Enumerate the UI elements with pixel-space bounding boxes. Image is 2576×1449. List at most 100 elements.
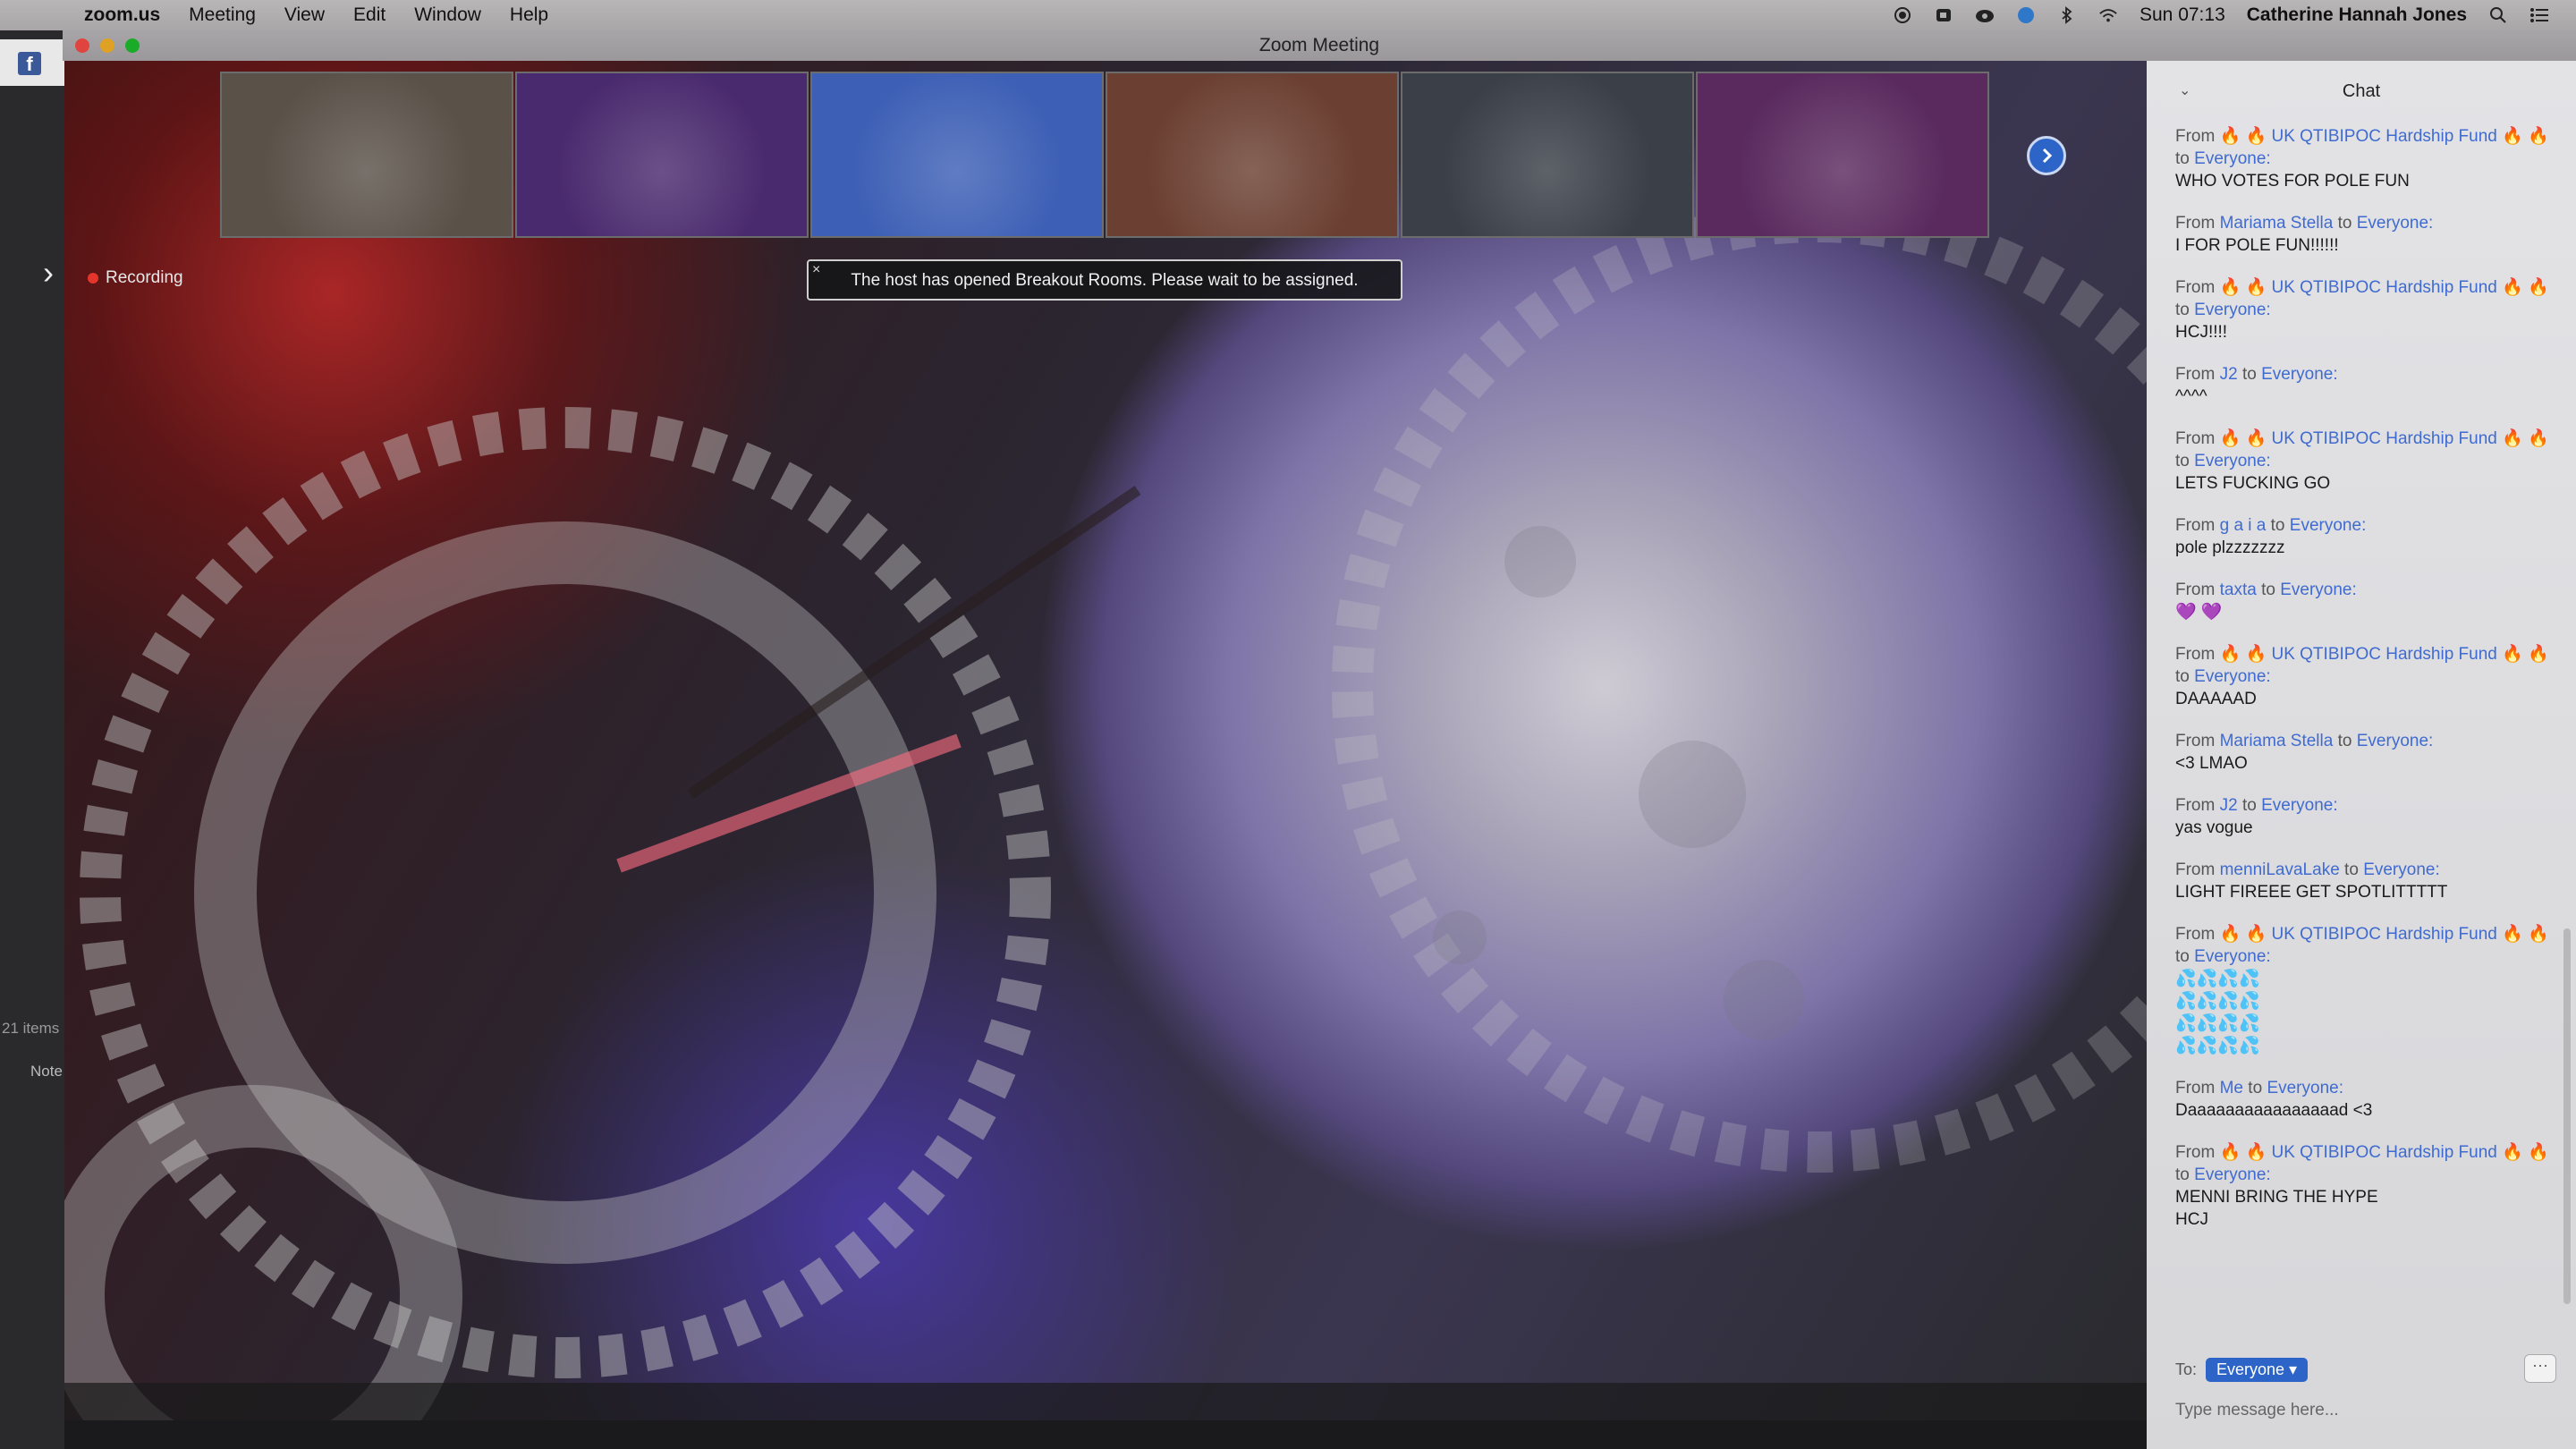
bluetooth-icon[interactable] xyxy=(2057,5,2077,25)
recipient-name[interactable]: Everyone: xyxy=(2290,516,2367,535)
from-label: From xyxy=(2175,127,2216,146)
next-participants-button[interactable] xyxy=(2027,136,2066,175)
message-meta: From 🔥 🔥 UK QTIBIPOC Hardship Fund 🔥 🔥 t… xyxy=(2175,276,2551,321)
recipient-name[interactable]: Everyone: xyxy=(2261,796,2338,815)
sender-name[interactable]: Me xyxy=(2220,1079,2243,1097)
to-word: to xyxy=(2344,860,2359,879)
participant-thumbnail[interactable] xyxy=(1401,72,1694,238)
message-meta: From 🔥 🔥 UK QTIBIPOC Hardship Fund 🔥 🔥 t… xyxy=(2175,1141,2551,1186)
breakout-rooms-notice: × The host has opened Breakout Rooms. Pl… xyxy=(807,259,1402,301)
recording-dot-icon xyxy=(88,273,98,284)
sender-name[interactable]: 🔥 🔥 UK QTIBIPOC Hardship Fund 🔥 🔥 xyxy=(2220,645,2549,664)
recipient-name[interactable]: Everyone: xyxy=(2357,732,2434,750)
spotlight-search-icon[interactable] xyxy=(2488,5,2508,25)
participant-thumbnail[interactable] xyxy=(220,72,513,238)
message-text: DAAAAAD xyxy=(2175,690,2257,708)
recipient-row: To: Everyone ▾ xyxy=(2175,1358,2309,1382)
notification-center-icon[interactable] xyxy=(2529,5,2549,25)
to-word: to xyxy=(2248,1079,2263,1097)
recording-label: Recording xyxy=(106,268,183,287)
recipient-name[interactable]: Everyone: xyxy=(2194,301,2271,319)
zoom-status-icon[interactable] xyxy=(1934,5,1953,25)
recipient-name[interactable]: Everyone: xyxy=(2280,580,2357,599)
to-word: to xyxy=(2175,1165,2190,1184)
sender-name[interactable]: 🔥 🔥 UK QTIBIPOC Hardship Fund 🔥 🔥 xyxy=(2220,925,2549,944)
participant-thumbnail[interactable] xyxy=(1696,72,1989,238)
recipient-name[interactable]: Everyone: xyxy=(2357,214,2434,233)
facebook-icon: f xyxy=(18,52,41,75)
sender-name[interactable]: taxta xyxy=(2220,580,2257,599)
message-meta: From Mariama Stella to Everyone: xyxy=(2175,730,2551,752)
message-text: <3 LMAO xyxy=(2175,754,2248,773)
recipient-name[interactable]: Everyone: xyxy=(2194,1165,2271,1184)
sender-name[interactable]: J2 xyxy=(2220,796,2238,815)
message-meta: From 🔥 🔥 UK QTIBIPOC Hardship Fund 🔥 🔥 t… xyxy=(2175,643,2551,688)
to-word: to xyxy=(2261,580,2275,599)
message-text: HCJ!!!! xyxy=(2175,323,2228,342)
active-speaker-video[interactable]: Recording × The host has opened Breakout… xyxy=(64,61,2147,1420)
app-menu[interactable]: zoom.us xyxy=(84,4,160,26)
clock[interactable]: Sun 07:13 xyxy=(2140,4,2225,26)
recipient-name[interactable]: Everyone: xyxy=(2194,149,2271,168)
message-text: 💜 💜 xyxy=(2175,603,2223,622)
chat-panel: ⌄ Chat From 🔥 🔥 UK QTIBIPOC Hardship Fun… xyxy=(2147,61,2576,1449)
chat-message: From 🔥 🔥 UK QTIBIPOC Hardship Fund 🔥 🔥 t… xyxy=(2175,276,2551,343)
sender-name[interactable]: g a i a xyxy=(2220,516,2267,535)
recipient-name[interactable]: Everyone: xyxy=(2363,860,2440,879)
wifi-icon[interactable] xyxy=(2098,5,2118,25)
recipient-name[interactable]: Everyone: xyxy=(2267,1079,2343,1097)
to-word: to xyxy=(2337,732,2352,750)
sender-name[interactable]: menniLavaLake xyxy=(2220,860,2340,879)
menu-view[interactable]: View xyxy=(284,4,325,26)
chat-message: From 🔥 🔥 UK QTIBIPOC Hardship Fund 🔥 🔥 t… xyxy=(2175,643,2551,710)
from-label: From xyxy=(2175,429,2216,448)
participant-thumbnail-strip xyxy=(220,72,1989,240)
recipient-name[interactable]: Everyone: xyxy=(2194,947,2271,966)
recipient-select[interactable]: Everyone ▾ xyxy=(2206,1358,2309,1382)
globe-status-icon[interactable] xyxy=(2016,5,2036,25)
notice-text: The host has opened Breakout Rooms. Plea… xyxy=(851,271,1359,290)
menu-edit[interactable]: Edit xyxy=(353,4,386,26)
chat-message: From Me to Everyone: Daaaaaaaaaaaaaaaad <… xyxy=(2175,1077,2551,1122)
from-label: From xyxy=(2175,516,2216,535)
chevron-down-icon[interactable]: ⌄ xyxy=(2179,61,2190,122)
sender-name[interactable]: 🔥 🔥 UK QTIBIPOC Hardship Fund 🔥 🔥 xyxy=(2220,278,2549,297)
items-count: 21 items xyxy=(2,1020,60,1037)
sender-name[interactable]: Mariama Stella xyxy=(2220,214,2334,233)
menu-meeting[interactable]: Meeting xyxy=(189,4,256,26)
creative-cloud-icon[interactable] xyxy=(1975,5,1995,25)
menu-help[interactable]: Help xyxy=(510,4,548,26)
participant-thumbnail[interactable] xyxy=(1106,72,1399,238)
chat-message: From Mariama Stella to Everyone: I FOR PO… xyxy=(2175,212,2551,257)
user-name[interactable]: Catherine Hannah Jones xyxy=(2247,4,2467,26)
chat-message-input[interactable] xyxy=(2174,1392,2544,1429)
message-text: pole plzzzzzzz xyxy=(2175,538,2285,557)
message-meta: From Me to Everyone: xyxy=(2175,1077,2551,1099)
sender-name[interactable]: 🔥 🔥 UK QTIBIPOC Hardship Fund 🔥 🔥 xyxy=(2220,1143,2549,1162)
chat-message: From taxta to Everyone: 💜 💜 xyxy=(2175,579,2551,623)
from-label: From xyxy=(2175,925,2216,944)
message-text: LIGHT FIREEE GET SPOTLITTTTT xyxy=(2175,883,2448,902)
recipient-name[interactable]: Everyone: xyxy=(2194,667,2271,686)
chat-message: From Mariama Stella to Everyone: <3 LMAO xyxy=(2175,730,2551,775)
message-meta: From g a i a to Everyone: xyxy=(2175,514,2551,537)
sender-name[interactable]: Mariama Stella xyxy=(2220,732,2334,750)
window-title-bar: Zoom Meeting xyxy=(63,30,2576,61)
sender-name[interactable]: J2 xyxy=(2220,365,2238,384)
recipient-name[interactable]: Everyone: xyxy=(2261,365,2338,384)
message-text: I FOR POLE FUN!!!!!! xyxy=(2175,236,2339,255)
recipient-name[interactable]: Everyone: xyxy=(2194,452,2271,470)
chat-scrollbar[interactable] xyxy=(2563,928,2571,1304)
chevron-right-icon[interactable]: › xyxy=(43,254,54,292)
close-icon[interactable]: × xyxy=(812,250,820,290)
sender-name[interactable]: 🔥 🔥 UK QTIBIPOC Hardship Fund 🔥 🔥 xyxy=(2220,127,2549,146)
record-status-icon[interactable] xyxy=(1893,5,1912,25)
participant-thumbnail[interactable] xyxy=(810,72,1104,238)
participant-thumbnail[interactable] xyxy=(515,72,809,238)
to-word: to xyxy=(2270,516,2285,535)
sender-name[interactable]: 🔥 🔥 UK QTIBIPOC Hardship Fund 🔥 🔥 xyxy=(2220,429,2549,448)
menu-window[interactable]: Window xyxy=(414,4,481,26)
message-text: ^^^^ xyxy=(2175,387,2207,406)
to-word: to xyxy=(2241,365,2257,384)
more-options-button[interactable]: ··· xyxy=(2524,1354,2556,1383)
